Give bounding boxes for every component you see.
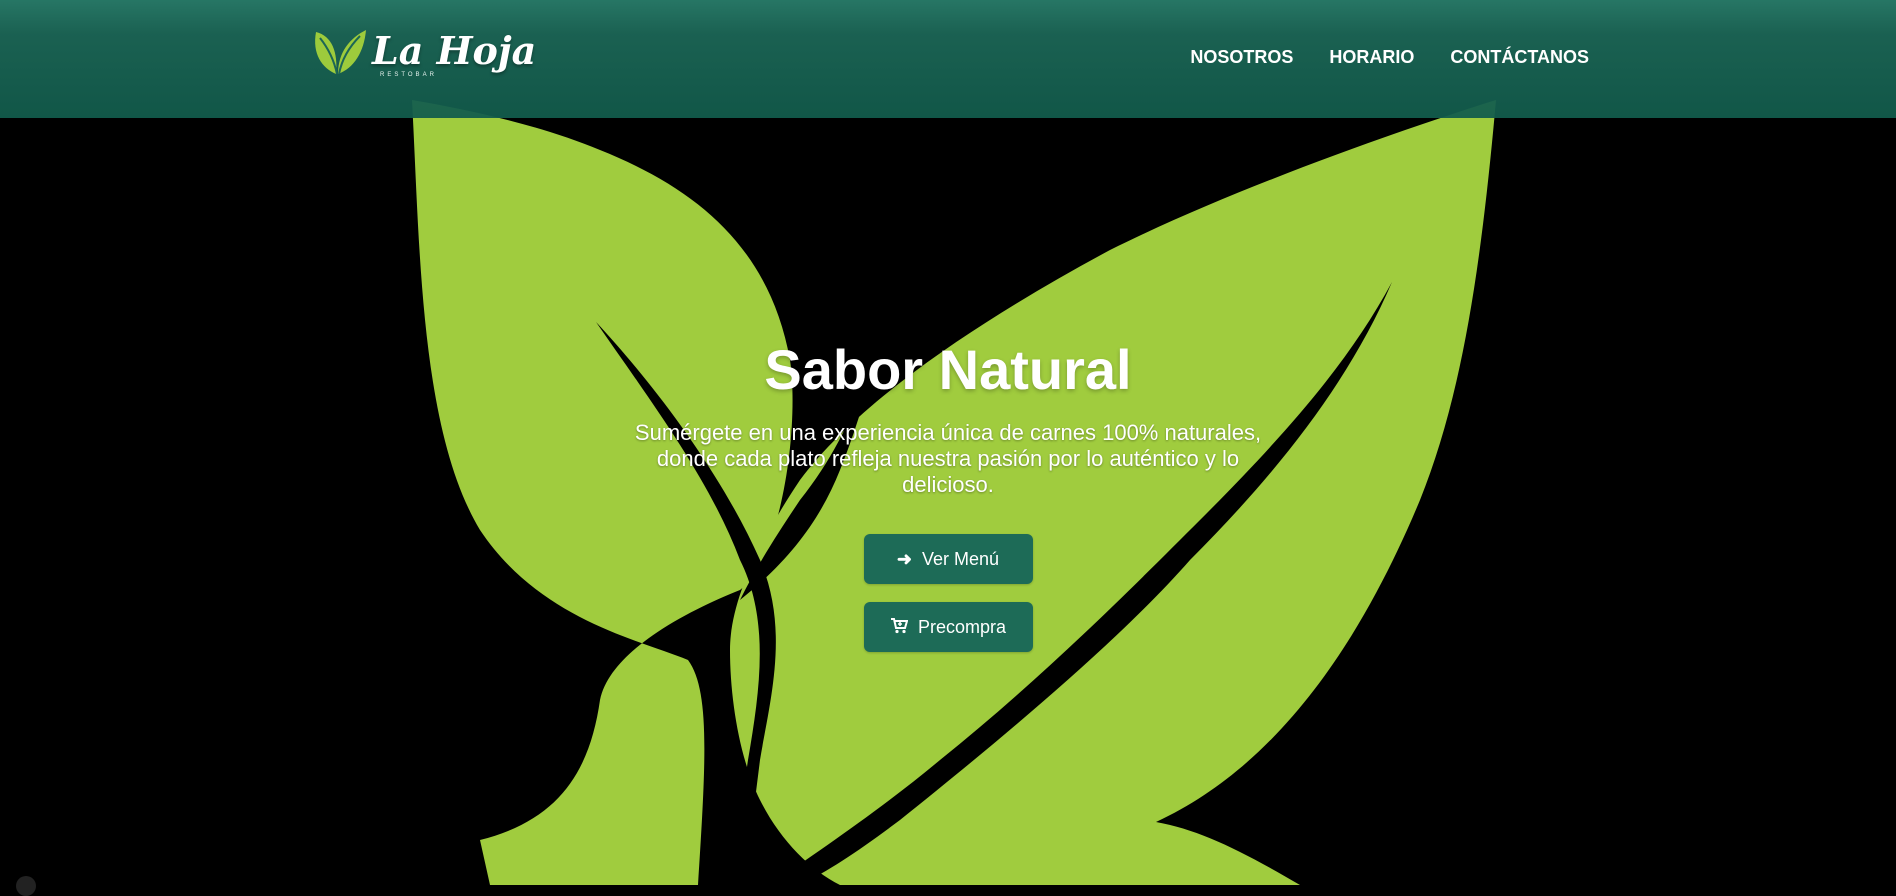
brand-name: La Hoja — [372, 28, 537, 73]
arrow-right-icon: ➜ — [896, 549, 913, 569]
hero-title: Sabor Natural — [764, 338, 1132, 401]
hero-section: Sabor Natural Sumérgete en una experienc… — [598, 336, 1298, 652]
leaf-icon — [315, 30, 366, 75]
top-navbar: La Hoja RESTOBAR NOSOTROS HORARIO CONTÁC… — [0, 0, 1896, 118]
brand-subtitle: RESTOBAR — [380, 72, 437, 78]
ver-menu-label: Ver Menú — [922, 548, 1000, 569]
hero-description: Sumérgete en una experiencia única de ca… — [634, 420, 1262, 497]
nav-item-nosotros[interactable]: NOSOTROS — [1190, 47, 1293, 68]
brand-logo[interactable]: La Hoja RESTOBAR — [308, 24, 536, 86]
precompra-button[interactable]: Precompra — [863, 602, 1033, 652]
precompra-label: Precompra — [917, 616, 1007, 637]
main-nav: NOSOTROS HORARIO CONTÁCTANOS — [1190, 47, 1589, 68]
hero-actions: ➜ Ver Menú Precompra — [598, 534, 1298, 652]
nav-item-horario[interactable]: HORARIO — [1329, 47, 1414, 68]
cart-icon — [890, 617, 909, 637]
floating-widget-button[interactable] — [16, 876, 36, 896]
nav-item-contactanos[interactable]: CONTÁCTANOS — [1450, 47, 1589, 68]
ver-menu-button[interactable]: ➜ Ver Menú — [863, 534, 1033, 584]
